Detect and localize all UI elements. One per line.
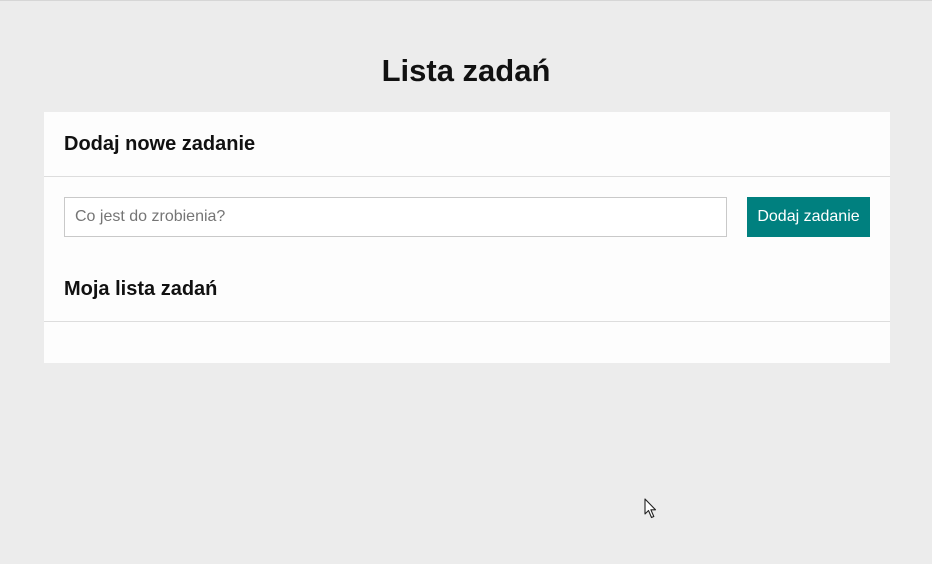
task-list-heading: Moja lista zadań — [64, 278, 218, 300]
add-task-button[interactable]: Dodaj zadanie — [747, 197, 870, 237]
task-list — [64, 322, 870, 362]
page-title: Lista zadań — [381, 53, 551, 88]
task-input[interactable] — [64, 197, 727, 237]
mouse-pointer-icon — [644, 498, 657, 519]
todo-card: Dodaj nowe zadanie Dodaj zadanie Moja li… — [44, 112, 890, 363]
add-task-heading: Dodaj nowe zadanie — [64, 133, 256, 155]
divider — [44, 176, 890, 177]
